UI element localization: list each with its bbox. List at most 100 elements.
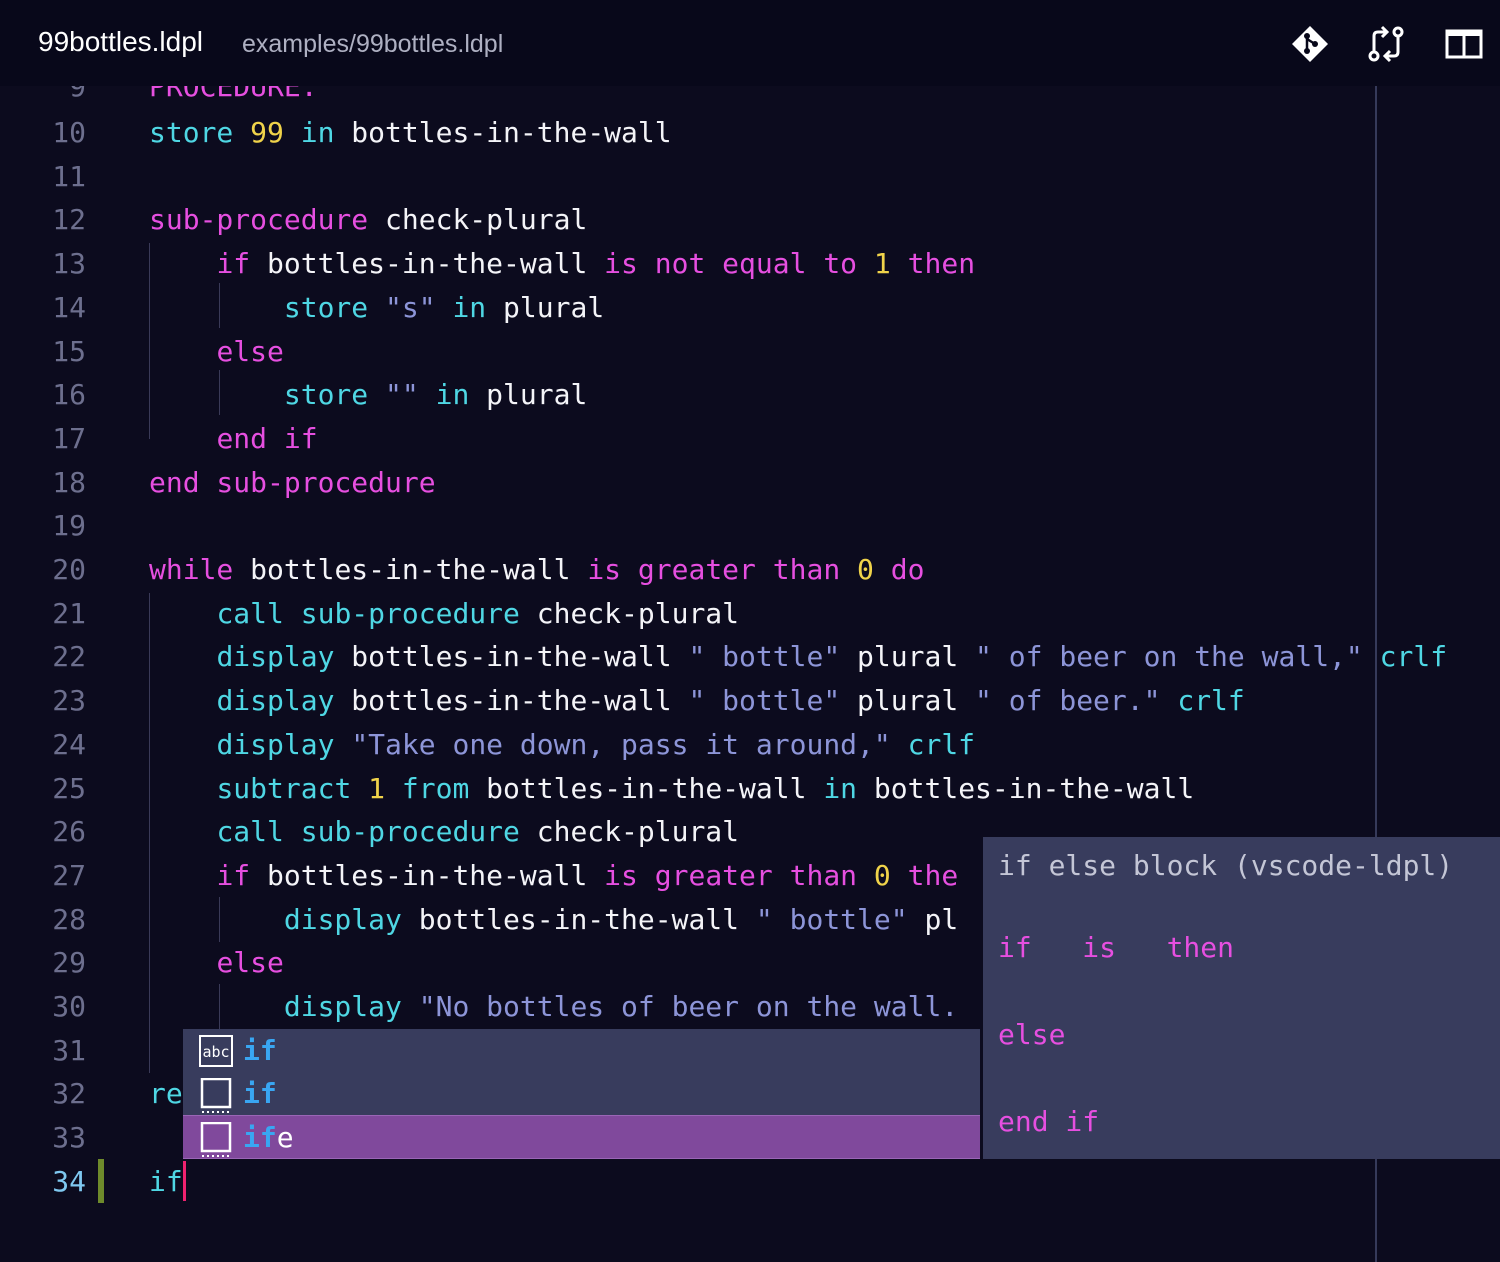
code-token: else <box>216 946 284 980</box>
line-code: else <box>149 330 284 374</box>
code-token: sub-procedure <box>149 203 369 237</box>
suggestion-item[interactable]: if <box>183 1072 980 1116</box>
file-path: examples/99bottles.ldpl <box>242 30 504 58</box>
code-token: then <box>907 247 976 281</box>
code-line[interactable]: 23 display bottles-in-the-wall " bottle"… <box>0 679 1500 723</box>
suggestion-list[interactable]: abc if if ife <box>183 1029 980 1159</box>
code-token: in <box>823 771 858 805</box>
snippet-line: end if <box>998 1105 1100 1138</box>
line-code: display bottles-in-the-wall " bottle" pl… <box>149 679 1245 723</box>
code-token: " of beer on the wall," <box>975 640 1363 674</box>
git-icon[interactable] <box>1290 24 1330 64</box>
code-token: is greater than <box>587 553 841 586</box>
code-token: else <box>216 334 284 368</box>
editor-tab-header: 99bottles.ldpl examples/99bottles.ldpl <box>0 0 1500 86</box>
suggestion-label: ife <box>243 1121 294 1154</box>
line-number: 30 <box>52 990 86 1023</box>
code-line[interactable]: 16 store "" in plural <box>0 373 1500 417</box>
suggestion-item[interactable]: abc if <box>183 1029 980 1073</box>
code-token: call sub-procedure <box>216 815 520 849</box>
code-token: crlf <box>907 727 976 761</box>
code-token: pl <box>907 902 959 936</box>
code-token: bottles-in-the-wall <box>469 771 824 805</box>
code-line[interactable]: 14 store "s" in plural <box>0 286 1500 330</box>
line-number: 9 <box>69 86 86 103</box>
code-token: plural <box>840 640 976 674</box>
code-token: crlf <box>1177 684 1245 718</box>
code-line[interactable]: 12 sub-procedure check-plural <box>0 198 1500 242</box>
code-token: plural <box>840 684 976 718</box>
indent-guide <box>149 593 150 1073</box>
suggestion-label: if <box>243 1077 277 1110</box>
code-token: crlf <box>1379 640 1448 674</box>
code-line[interactable]: 19 <box>0 504 1500 548</box>
code-token: bottles-in-the-wall <box>334 116 672 149</box>
code-token: bottles-in-the-wall <box>334 684 689 718</box>
code-line[interactable]: 20 while bottles-in-the-wall is greater t… <box>0 548 1500 592</box>
indent-guide <box>219 897 220 942</box>
line-number: 20 <box>52 553 86 586</box>
file-name[interactable]: 99bottles.ldpl <box>38 26 203 58</box>
code-token: " bottle" <box>755 902 908 936</box>
code-line[interactable]: 34 if <box>0 1160 1500 1204</box>
split-editor-icon[interactable] <box>1444 24 1484 64</box>
compare-changes-icon[interactable] <box>1366 24 1406 64</box>
code-line[interactable]: 22 display bottles-in-the-wall " bottle"… <box>0 635 1500 679</box>
code-token: plural <box>469 378 588 412</box>
line-code: re <box>149 1072 183 1116</box>
line-number: 16 <box>52 378 86 412</box>
text-word-icon: abc <box>199 1035 233 1071</box>
code-line[interactable]: 17 end if <box>0 417 1500 461</box>
code-line[interactable]: 15 else <box>0 330 1500 374</box>
code-line[interactable]: 25 subtract 1 from bottles-in-the-wall i… <box>0 767 1500 811</box>
code-line[interactable]: 18 end sub-procedure <box>0 461 1500 505</box>
text-cursor <box>183 1161 186 1201</box>
code-token: bottles-in-the-wall <box>233 553 588 586</box>
line-number: 13 <box>52 247 86 281</box>
snippet-title: if else block (vscode-ldpl) <box>998 849 1454 882</box>
line-code: if bottles-in-the-wall is not equal to 1… <box>149 242 975 286</box>
line-code: end sub-procedure <box>149 461 436 505</box>
line-code: call sub-procedure check-plural <box>149 592 739 636</box>
line-code: sub-procedure check-plural <box>149 198 587 242</box>
line-code: display bottles-in-the-wall " bottle" pl <box>149 898 958 942</box>
line-number: 22 <box>52 640 86 674</box>
line-number: 11 <box>52 159 86 193</box>
code-line[interactable]: 21 call sub-procedure check-plural <box>0 592 1500 636</box>
line-code: end if <box>149 417 317 461</box>
line-code: store "s" in plural <box>149 286 604 330</box>
code-token: store <box>283 290 369 324</box>
code-token: display <box>216 727 335 761</box>
code-line[interactable]: 10 store 99 in bottles-in-the-wall <box>0 111 1500 155</box>
snippet-icon <box>199 1077 233 1118</box>
code-token: plural <box>486 290 605 324</box>
line-number: 25 <box>52 771 86 805</box>
code-editor[interactable]: 9 PROCEDURE: 10 store 99 in bottles-in-th… <box>0 86 1500 1262</box>
code-line[interactable]: 13 if bottles-in-the-wall is not equal t… <box>0 242 1500 286</box>
code-token: bottles-in-the-wall <box>250 858 605 892</box>
code-line[interactable]: 24 display "Take one down, pass it aroun… <box>0 723 1500 767</box>
code-token: check-plural <box>519 596 740 630</box>
code-line[interactable]: 11 <box>0 155 1500 199</box>
suggestion-item-selected[interactable]: ife <box>183 1115 980 1159</box>
code-token: 1 <box>368 771 386 805</box>
